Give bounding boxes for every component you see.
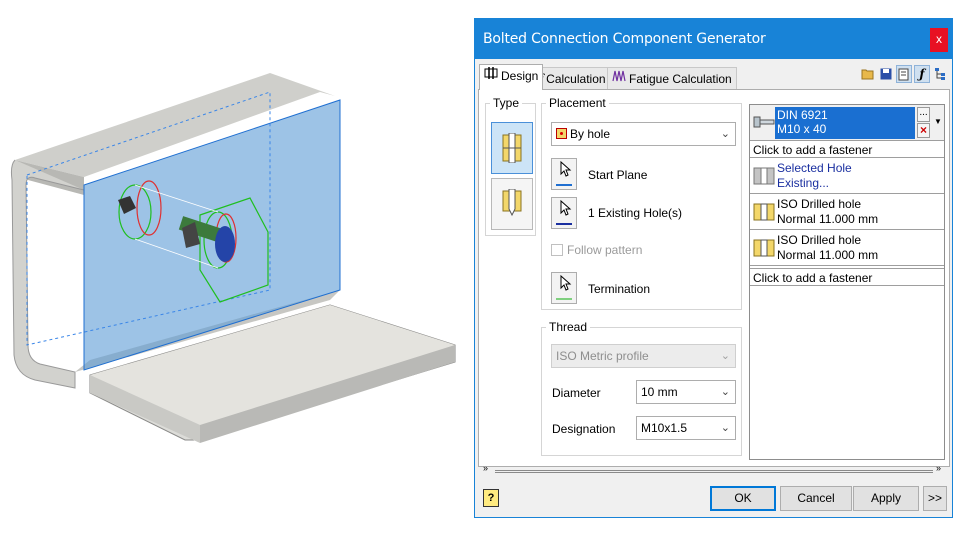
- notes-icon[interactable]: [896, 65, 912, 83]
- bolt-icon: [753, 116, 775, 128]
- bolted-connection-dialog: Bolted Connection Component Generator x …: [474, 18, 953, 518]
- type-group-legend: Type: [493, 96, 520, 110]
- fastener-item-line1: ISO Drilled hole: [777, 197, 862, 211]
- thread-group: Thread ISO Metric profile ⌄ Diameter 10 …: [541, 320, 742, 456]
- chevron-down-icon: ⌄: [720, 386, 730, 398]
- thread-profile-select: ISO Metric profile ⌄: [551, 344, 736, 368]
- title-bar[interactable]: Bolted Connection Component Generator x: [475, 19, 952, 59]
- cursor-arrow-icon: [560, 199, 572, 216]
- by-hole-icon: [556, 128, 567, 139]
- cancel-button[interactable]: Cancel: [780, 486, 852, 511]
- bolted-assembly-model: [10, 73, 456, 443]
- chevron-down-icon: ⌄: [720, 350, 730, 362]
- dialog-footer: ? OK Cancel Apply >>: [475, 479, 952, 519]
- bolt-design-icon: [484, 66, 498, 86]
- placement-group: Placement By hole ⌄ Start Plane 1 Existi…: [541, 96, 742, 310]
- fastener-item-line2: Existing...: [777, 176, 830, 190]
- diameter-select[interactable]: 10 mm ⌄: [636, 380, 736, 404]
- add-fastener-bottom-label: Click to add a fastener: [753, 271, 873, 285]
- follow-pattern-label: Follow pattern: [567, 243, 643, 257]
- tab-bar: Design ƒCalculation Fatigue Calculation …: [475, 63, 952, 90]
- tab-design-label: Design: [501, 68, 539, 83]
- existing-holes-indicator: [556, 223, 572, 225]
- fastener-item-line1: Selected Hole: [777, 161, 852, 175]
- designation-label: Designation: [552, 422, 616, 436]
- drilled-hole-icon: [753, 239, 775, 257]
- tree-icon[interactable]: [932, 65, 948, 83]
- model-viewport[interactable]: [0, 0, 470, 533]
- existing-hole-icon: [753, 167, 775, 185]
- placement-method-value: By hole: [570, 127, 611, 141]
- placement-method-select[interactable]: By hole ⌄: [551, 122, 736, 146]
- fastener-item-line1: ISO Drilled hole: [777, 233, 862, 247]
- help-button[interactable]: ?: [483, 489, 499, 507]
- add-fastener-bottom[interactable]: Click to add a fastener: [750, 268, 944, 286]
- tab-calculation[interactable]: ƒCalculation: [533, 67, 611, 89]
- blind-bolt-icon: [502, 189, 522, 217]
- tab-fatigue-calculation[interactable]: Fatigue Calculation: [607, 67, 737, 89]
- add-fastener-top-label: Click to add a fastener: [753, 143, 873, 157]
- bolt-dropdown-icon[interactable]: ▼: [934, 117, 942, 126]
- through-all-bolt-icon: [502, 133, 522, 163]
- follow-pattern-checkbox[interactable]: [551, 244, 563, 256]
- start-plane-pick-button[interactable]: [551, 158, 577, 190]
- existing-holes-label: 1 Existing Hole(s): [588, 206, 683, 220]
- fastener-item[interactable]: ISO Drilled hole Normal 11.000 mm: [750, 230, 944, 266]
- fastener-item-line2: Normal 11.000 mm: [777, 212, 879, 226]
- diameter-value: 10 mm: [641, 385, 678, 399]
- toolbar: ƒ: [860, 65, 948, 85]
- cursor-arrow-icon: [560, 160, 572, 177]
- save-icon[interactable]: [878, 65, 894, 83]
- function-icon[interactable]: ƒ: [914, 65, 930, 83]
- chevron-down-icon: ⌄: [720, 422, 730, 434]
- thread-profile-value: ISO Metric profile: [556, 349, 649, 363]
- designation-select[interactable]: M10x1.5 ⌄: [636, 416, 736, 440]
- tab-design[interactable]: Design: [479, 64, 544, 90]
- cursor-arrow-icon: [560, 274, 572, 291]
- start-plane-label: Start Plane: [588, 168, 648, 182]
- diameter-label: Diameter: [552, 386, 601, 400]
- design-tab-panel: Type Placement By hole ⌄ Start Plane 1 E…: [478, 89, 950, 467]
- ok-button[interactable]: OK: [710, 486, 776, 511]
- existing-holes-pick-button[interactable]: [551, 197, 577, 229]
- tab-calculation-label: Calculation: [546, 71, 606, 86]
- type-group: Type: [485, 96, 536, 236]
- placement-group-legend: Placement: [549, 96, 606, 110]
- termination-indicator: [556, 298, 572, 300]
- browse-bolt-button[interactable]: ...: [917, 107, 930, 122]
- fastener-item[interactable]: Selected Hole Existing...: [750, 158, 944, 194]
- termination-label: Termination: [588, 282, 651, 296]
- bolt-selection[interactable]: DIN 6921 M10 x 40: [775, 107, 915, 139]
- panel-splitter[interactable]: » »: [479, 463, 949, 477]
- termination-pick-button[interactable]: [551, 272, 577, 304]
- fastener-item[interactable]: ISO Drilled hole Normal 11.000 mm: [750, 194, 944, 230]
- through-all-bolt-button[interactable]: [491, 122, 533, 174]
- start-plane-indicator: [556, 184, 572, 186]
- collapse-up-icon[interactable]: »: [936, 463, 941, 473]
- bolt-size: M10 x 40: [777, 122, 827, 136]
- fastener-list: DIN 6921 M10 x 40 ... × ▼ Click to add a…: [749, 104, 945, 460]
- collapse-down-icon[interactable]: »: [483, 463, 488, 473]
- chevron-down-icon: ⌄: [720, 128, 730, 140]
- dialog-title: Bolted Connection Component Generator: [483, 31, 766, 47]
- apply-button[interactable]: Apply: [853, 486, 919, 511]
- thread-group-legend: Thread: [549, 320, 588, 334]
- fastener-item-line2: Normal 11.000 mm: [777, 248, 879, 262]
- bolt-row[interactable]: DIN 6921 M10 x 40 ... × ▼: [750, 105, 944, 141]
- fatigue-graph-icon: [612, 69, 626, 89]
- open-folder-icon[interactable]: [860, 65, 876, 83]
- blind-bolt-button[interactable]: [491, 178, 533, 230]
- bolt-standard: DIN 6921: [777, 108, 828, 122]
- add-fastener-top[interactable]: Click to add a fastener: [750, 141, 944, 158]
- remove-bolt-button[interactable]: ×: [917, 123, 930, 138]
- drilled-hole-icon: [753, 203, 775, 221]
- close-button[interactable]: x: [930, 28, 948, 52]
- tab-fatigue-label: Fatigue Calculation: [629, 71, 732, 86]
- more-button[interactable]: >>: [923, 486, 947, 511]
- splitter-bar: [495, 470, 933, 473]
- designation-value: M10x1.5: [641, 421, 688, 435]
